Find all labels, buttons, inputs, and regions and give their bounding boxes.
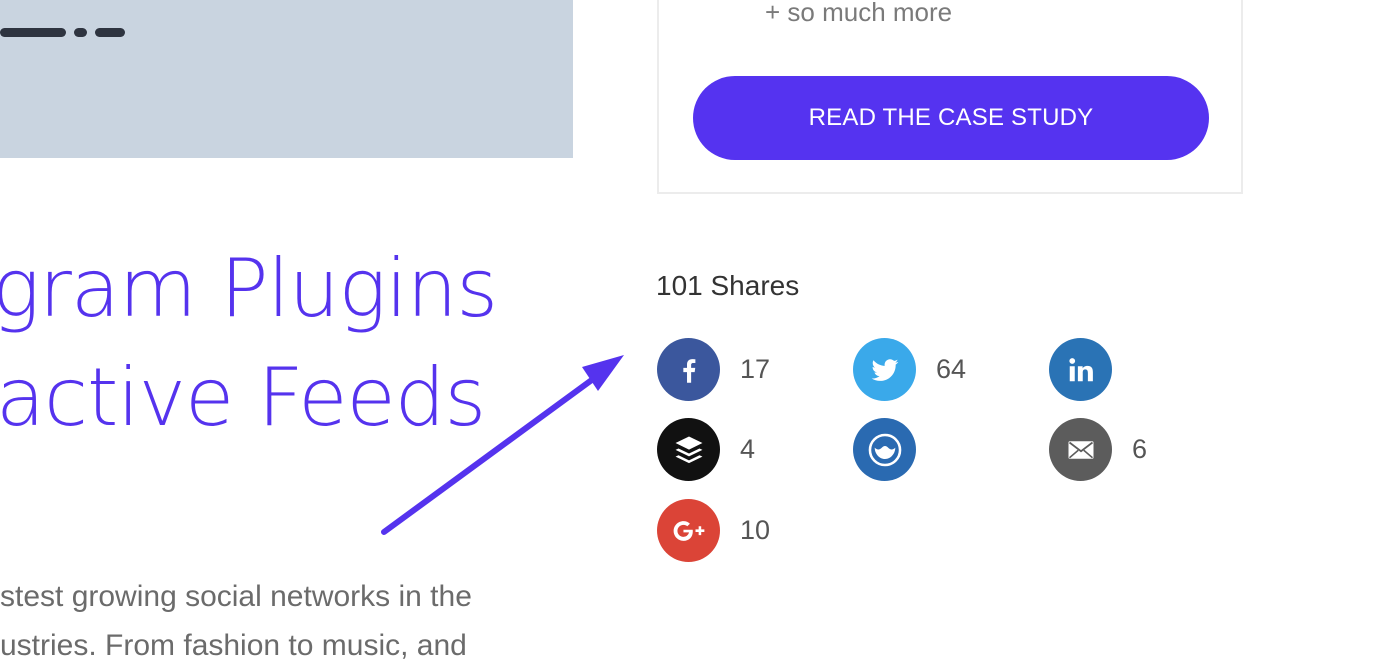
article-title-line-1: gram Plugins — [0, 242, 498, 335]
share-hacker-news-circle — [853, 418, 916, 481]
read-case-study-button[interactable]: READ THE CASE STUDY — [693, 76, 1209, 160]
share-hacker-news-button[interactable] — [853, 418, 936, 481]
share-linkedin-circle — [1049, 338, 1112, 401]
share-facebook-count: 17 — [740, 354, 771, 384]
buffer-icon — [675, 436, 702, 463]
share-google-plus-circle — [657, 499, 720, 562]
share-email-count: 6 — [1132, 434, 1148, 464]
share-google-plus-count: 10 — [740, 515, 771, 545]
hacker-news-icon — [868, 433, 901, 466]
share-buffer-button[interactable]: 4 — [657, 418, 755, 481]
featured-image — [0, 0, 573, 158]
email-icon — [1068, 440, 1093, 459]
share-buffer-count: 4 — [740, 434, 756, 464]
twitter-icon — [871, 358, 898, 381]
image-dash-long — [0, 28, 66, 37]
share-facebook-button[interactable]: 17 — [657, 338, 770, 401]
share-email-circle — [1049, 418, 1112, 481]
facebook-icon — [682, 358, 695, 383]
share-facebook-circle — [657, 338, 720, 401]
image-dash-dot — [74, 28, 87, 37]
share-twitter-button[interactable]: 64 — [853, 338, 966, 401]
share-total: 101 Shares — [656, 270, 800, 301]
linkedin-icon — [1068, 357, 1093, 381]
promo-more-text: + so much more — [765, 0, 953, 27]
google-plus-icon — [673, 520, 704, 541]
share-linkedin-button[interactable] — [1049, 338, 1132, 401]
annotation-arrow-icon — [381, 355, 624, 535]
share-google-plus-button[interactable]: 10 — [657, 499, 770, 562]
article-body-line-2: ustries. From fashion to music, and — [0, 629, 467, 662]
article-body-line-1: stest growing social networks in the — [0, 580, 472, 613]
share-twitter-circle — [853, 338, 916, 401]
case-study-box: + so much more READ THE CASE STUDY — [657, 0, 1243, 194]
share-email-button[interactable]: 6 — [1049, 418, 1147, 481]
image-dash-short — [95, 28, 125, 37]
share-buffer-circle — [657, 418, 720, 481]
share-twitter-count: 64 — [936, 354, 967, 384]
